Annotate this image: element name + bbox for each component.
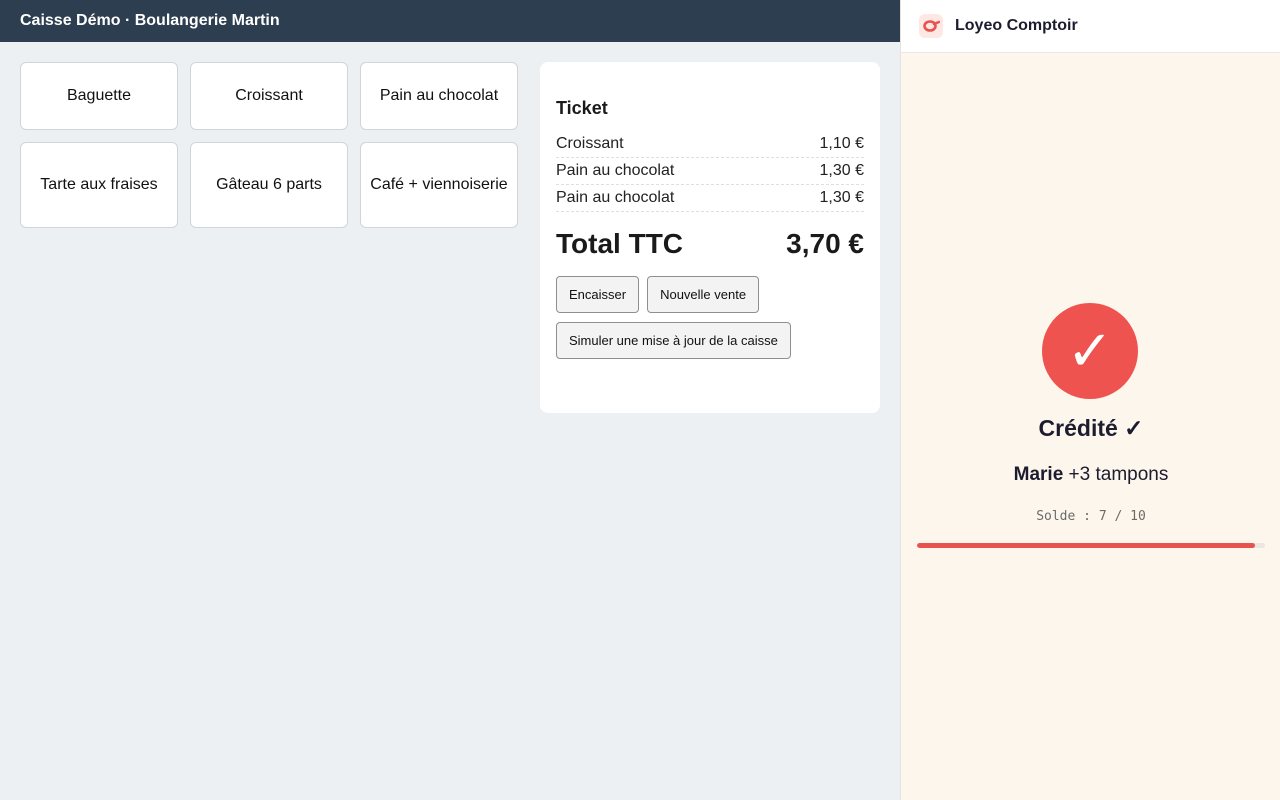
stamps-message: Marie +3 tampons	[901, 464, 1280, 486]
pos-panel: Caisse Démo · Boulangerie Martin Baguett…	[0, 0, 900, 800]
product-button-croissant[interactable]: Croissant	[190, 62, 348, 130]
ticket-heading: Ticket	[556, 98, 608, 118]
simulate-update-button[interactable]: Simuler une mise à jour de la caisse	[556, 322, 791, 359]
product-button-cafe-viennoiserie[interactable]: Café + viennoiserie	[360, 142, 518, 228]
ticket-line: Pain au chocolat 1,30 €	[556, 158, 864, 185]
ticket-line-price: 1,30 €	[819, 189, 864, 206]
loyalty-header: Loyeo Comptoir	[901, 0, 1280, 53]
product-grid: Baguette Croissant Pain au chocolat Tart…	[20, 62, 520, 228]
check-circle-icon: ✓	[1042, 303, 1138, 399]
pos-header: Caisse Démo · Boulangerie Martin	[0, 0, 900, 42]
product-button-gateau-6-parts[interactable]: Gâteau 6 parts	[190, 142, 348, 228]
product-button-baguette[interactable]: Baguette	[20, 62, 178, 130]
product-button-tarte-aux-fraises[interactable]: Tarte aux fraises	[20, 142, 178, 228]
new-sale-button[interactable]: Nouvelle vente	[647, 276, 760, 313]
ticket-actions: Encaisser Nouvelle vente	[556, 276, 864, 313]
ticket-line: Pain au chocolat 1,30 €	[556, 185, 864, 212]
loyeo-logo-icon	[919, 14, 943, 38]
checkout-button[interactable]: Encaisser	[556, 276, 640, 313]
ticket-line-name: Croissant	[556, 135, 624, 152]
ticket-secondary-actions: Simuler une mise à jour de la caisse	[556, 322, 864, 359]
stamps-added: +3 tampons	[1068, 464, 1169, 485]
product-button-pain-au-chocolat[interactable]: Pain au chocolat	[360, 62, 518, 130]
ticket-total: Total TTC 3,70 €	[556, 228, 864, 260]
balance-progress-bar	[917, 543, 1265, 548]
total-label: Total TTC	[556, 228, 684, 259]
balance-progress-fill	[917, 543, 1255, 548]
ticket-line-name: Pain au chocolat	[556, 162, 675, 179]
loyalty-brand: Loyeo Comptoir	[955, 17, 1078, 34]
customer-name: Marie	[1013, 464, 1064, 485]
ticket-line-price: 1,30 €	[819, 162, 864, 179]
loyalty-panel: Loyeo Comptoir ✓ Crédité ✓ Marie +3 tamp…	[900, 0, 1280, 800]
pos-title: Caisse Démo · Boulangerie Martin	[20, 12, 280, 29]
ticket-line-price: 1,10 €	[819, 135, 864, 152]
ticket-line-name: Pain au chocolat	[556, 189, 675, 206]
total-value: 3,70 €	[786, 228, 864, 259]
credited-status: Crédité ✓	[1038, 415, 1144, 441]
balance-text: Solde : 7 / 10	[1036, 509, 1146, 524]
ticket-line: Croissant 1,10 €	[556, 131, 864, 158]
ticket-card: Ticket Croissant 1,10 € Pain au chocolat…	[540, 62, 880, 413]
